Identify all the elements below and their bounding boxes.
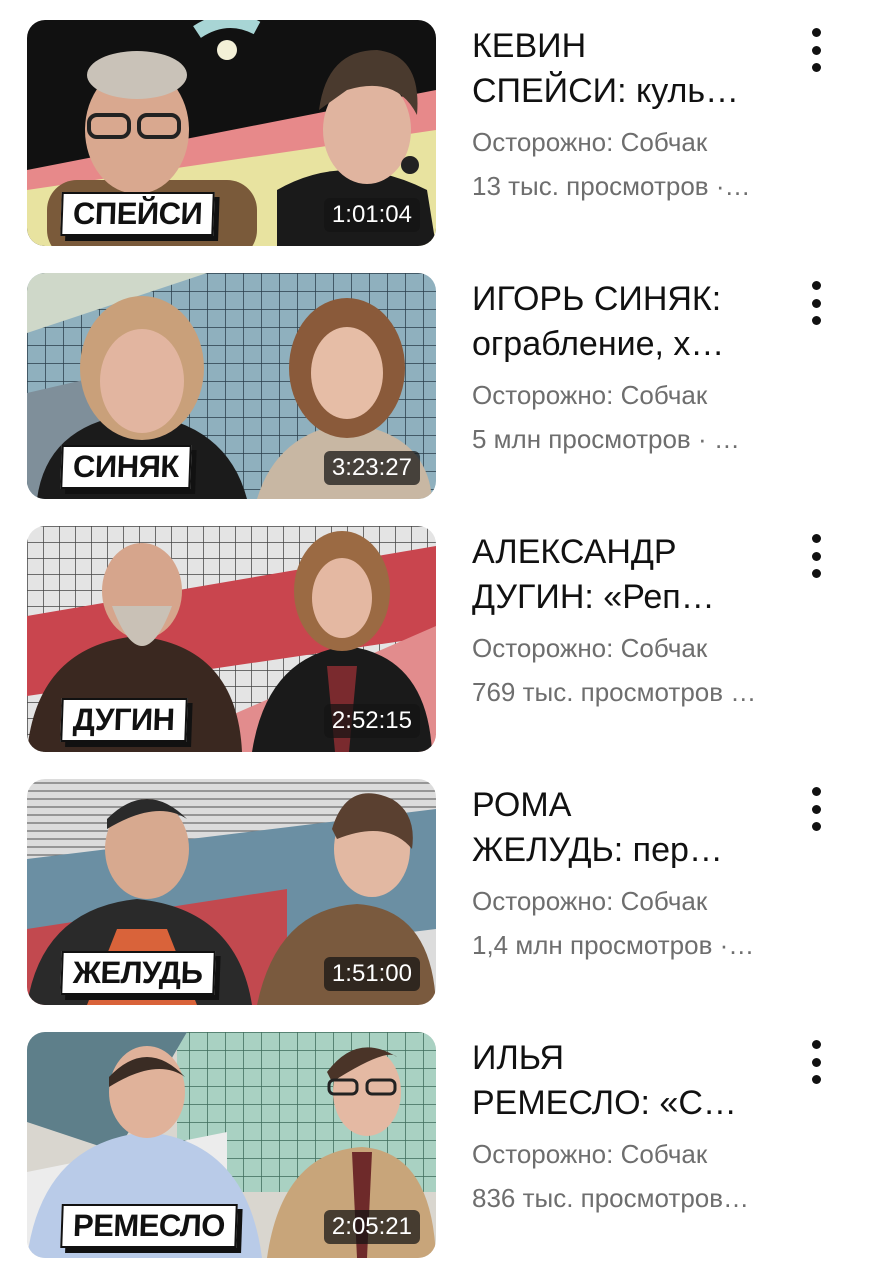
- video-title-line-2: ДУГИН: «Реп…: [472, 578, 715, 616]
- thumbnail-name-plate: ДУГИН: [60, 698, 188, 742]
- video-title-line-2: ограбление, х…: [472, 325, 725, 363]
- video-title-line-2: СПЕЙСИ: куль…: [472, 72, 740, 110]
- channel-name[interactable]: Осторожно: Собчак: [472, 879, 792, 923]
- channel-name[interactable]: Осторожно: Собчак: [472, 120, 792, 164]
- video-item: СИНЯК 3:23:27 ИГОРЬ СИНЯК: ограбление, х…: [0, 273, 871, 501]
- channel-name[interactable]: Осторожно: Собчак: [472, 373, 792, 417]
- more-vertical-icon[interactable]: [800, 1040, 832, 1084]
- view-count: 769 тыс. просмотров …: [472, 677, 757, 707]
- video-info: РОМА ЖЕЛУДЬ: пер… Осторожно: Собчак 1,4 …: [472, 783, 792, 967]
- video-item: ЖЕЛУДЬ 1:51:00 РОМА ЖЕЛУДЬ: пер… Осторож…: [0, 779, 871, 1007]
- video-title-line-1: РОМА: [472, 786, 572, 824]
- video-item: ДУГИН 2:52:15 АЛЕКСАНДР ДУГИН: «Реп… Ост…: [0, 526, 871, 754]
- video-title[interactable]: РОМА ЖЕЛУДЬ: пер…: [472, 783, 792, 873]
- video-thumbnail[interactable]: РЕМЕСЛО 2:05:21: [27, 1032, 436, 1258]
- more-vertical-icon[interactable]: [800, 787, 832, 831]
- video-thumbnail[interactable]: СПЕЙСИ 1:01:04: [27, 20, 436, 246]
- channel-name[interactable]: Осторожно: Собчак: [472, 626, 792, 670]
- more-vertical-icon[interactable]: [800, 28, 832, 72]
- duration-badge: 1:01:04: [323, 198, 420, 232]
- video-title-line-1: КЕВИН: [472, 27, 587, 65]
- video-info: ИГОРЬ СИНЯК: ограбление, х… Осторожно: С…: [472, 277, 792, 461]
- thumbnail-name-plate: СПЕЙСИ: [60, 192, 216, 236]
- more-vertical-icon[interactable]: [800, 281, 832, 325]
- video-title[interactable]: ИЛЬЯ РЕМЕСЛО: «С…: [472, 1036, 792, 1126]
- video-title-line-2: ЖЕЛУДЬ: пер…: [472, 831, 723, 869]
- video-title[interactable]: ИГОРЬ СИНЯК: ограбление, х…: [472, 277, 792, 367]
- video-thumbnail[interactable]: ЖЕЛУДЬ 1:51:00: [27, 779, 436, 1005]
- thumbnail-name-plate: ЖЕЛУДЬ: [60, 951, 216, 995]
- view-count: 1,4 млн просмотров ·…: [472, 930, 755, 960]
- channel-name[interactable]: Осторожно: Собчак: [472, 1132, 792, 1176]
- video-thumbnail[interactable]: ДУГИН 2:52:15: [27, 526, 436, 752]
- duration-badge: 2:52:15: [323, 704, 420, 738]
- video-title-line-2: РЕМЕСЛО: «С…: [472, 1084, 737, 1122]
- video-item: РЕМЕСЛО 2:05:21 ИЛЬЯ РЕМЕСЛО: «С… Осторо…: [0, 1032, 871, 1260]
- video-thumbnail[interactable]: СИНЯК 3:23:27: [27, 273, 436, 499]
- view-count: 836 тыс. просмотров…: [472, 1183, 750, 1213]
- duration-badge: 3:23:27: [323, 451, 420, 485]
- thumbnail-name-plate: СИНЯК: [60, 445, 192, 489]
- video-info: АЛЕКСАНДР ДУГИН: «Реп… Осторожно: Собчак…: [472, 530, 792, 714]
- duration-badge: 2:05:21: [323, 1210, 420, 1244]
- video-title-line-1: ИЛЬЯ: [472, 1039, 565, 1077]
- video-info: ИЛЬЯ РЕМЕСЛО: «С… Осторожно: Собчак 836 …: [472, 1036, 792, 1220]
- video-info: КЕВИН СПЕЙСИ: куль… Осторожно: Собчак 13…: [472, 24, 792, 208]
- video-title[interactable]: КЕВИН СПЕЙСИ: куль…: [472, 24, 792, 114]
- view-count: 13 тыс. просмотров ·…: [472, 171, 751, 201]
- more-vertical-icon[interactable]: [800, 534, 832, 578]
- view-count: 5 млн просмотров · …: [472, 424, 740, 454]
- thumbnail-name-plate: РЕМЕСЛО: [60, 1204, 238, 1248]
- video-title-line-1: АЛЕКСАНДР: [472, 533, 677, 571]
- duration-badge: 1:51:00: [323, 957, 420, 991]
- video-title[interactable]: АЛЕКСАНДР ДУГИН: «Реп…: [472, 530, 792, 620]
- video-title-line-1: ИГОРЬ СИНЯК:: [472, 280, 722, 318]
- video-list: СПЕЙСИ 1:01:04 КЕВИН СПЕЙСИ: куль… Остор…: [0, 0, 871, 1280]
- video-item: СПЕЙСИ 1:01:04 КЕВИН СПЕЙСИ: куль… Остор…: [0, 20, 871, 248]
